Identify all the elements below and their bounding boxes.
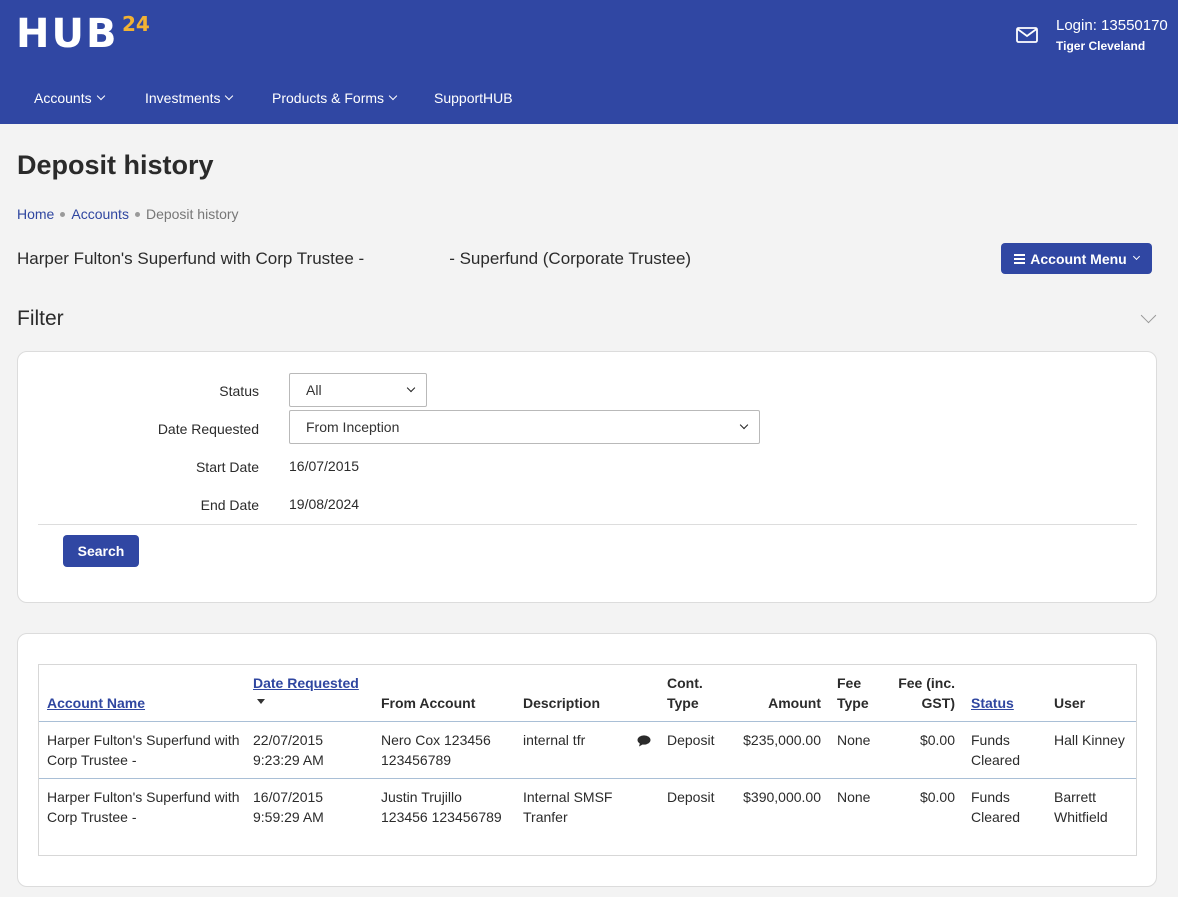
cell-status: Funds xyxy=(971,789,1010,805)
nav-item-products-forms[interactable]: Products & Forms xyxy=(272,90,398,106)
logo-text: HUB xyxy=(16,11,119,57)
column-header-cont-type: Type xyxy=(667,695,699,711)
chevron-down-icon xyxy=(1132,252,1140,261)
results-panel: Account Name Date Requested From Account… xyxy=(17,633,1157,887)
collapse-chevron-icon[interactable] xyxy=(1140,307,1157,324)
cell-account-name: Corp Trustee - xyxy=(47,809,137,825)
nav-label: Investments xyxy=(145,90,221,106)
chevron-down-icon xyxy=(406,383,416,393)
status-select[interactable]: All xyxy=(289,373,427,407)
mail-icon[interactable] xyxy=(1016,27,1038,43)
column-header-user: User xyxy=(1054,695,1086,711)
account-menu-label: Account Menu xyxy=(1030,250,1127,267)
cell-description: Internal SMSF xyxy=(523,789,613,805)
menu-icon xyxy=(1014,253,1026,264)
chevron-down-icon xyxy=(225,91,234,101)
status-select-value: All xyxy=(306,382,322,398)
column-header-fee-type: Type xyxy=(837,695,869,711)
start-date-label: Start Date xyxy=(195,459,259,475)
column-header-description: Description xyxy=(523,695,601,711)
nav-item-investments[interactable]: Investments xyxy=(145,90,234,106)
logo-superscript: 24 xyxy=(122,12,150,36)
date-requested-select[interactable]: From Inception xyxy=(289,410,760,444)
cell-amount: $390,000.00 xyxy=(743,789,821,805)
page-title: Deposit history xyxy=(17,150,214,180)
user-name[interactable]: Tiger Cleveland xyxy=(1056,39,1145,53)
cell-from-account: 123456 123456789 xyxy=(381,809,502,825)
cell-status: Cleared xyxy=(971,809,1021,825)
filter-heading: Filter xyxy=(17,307,64,330)
cell-from-account: 123456789 xyxy=(381,752,452,768)
cell-user: Whitfield xyxy=(1054,809,1108,825)
comment-icon[interactable] xyxy=(637,735,651,747)
column-header-cont-type: Cont. xyxy=(667,675,703,691)
cell-account-name: Corp Trustee - xyxy=(47,752,137,768)
cell-time: 9:23:29 AM xyxy=(253,752,324,768)
cell-account-name: Harper Fulton's Superfund with xyxy=(47,789,240,805)
cell-fee: $0.00 xyxy=(919,789,955,805)
breadcrumb-home[interactable]: Home xyxy=(17,206,54,222)
deposit-table: Account Name Date Requested From Account… xyxy=(38,664,1137,856)
account-title: Harper Fulton's Superfund with Corp Trus… xyxy=(17,249,692,268)
nav-label: SupportHUB xyxy=(434,90,513,106)
nav-label: Accounts xyxy=(34,90,92,106)
cell-user: Hall Kinney xyxy=(1054,732,1125,748)
cell-from-account: Justin Trujillo xyxy=(381,789,462,805)
nav-label: Products & Forms xyxy=(272,90,385,106)
cell-date: 16/07/2015 xyxy=(253,789,324,805)
cell-description: internal tfr xyxy=(523,732,586,748)
hub24-logo[interactable]: HUB 24 xyxy=(16,11,150,57)
row-divider xyxy=(39,778,1136,779)
cell-time: 9:59:29 AM xyxy=(253,809,324,825)
chevron-down-icon xyxy=(388,91,398,101)
cell-status: Cleared xyxy=(971,752,1021,768)
top-header: HUB 24 Login: 13550170 Tiger Cleveland A… xyxy=(0,0,1178,124)
cell-cont-type: Deposit xyxy=(667,732,715,748)
cell-fee-type: None xyxy=(837,789,871,805)
start-date-value: 16/07/2015 xyxy=(289,458,360,474)
date-requested-label: Date Requested xyxy=(157,421,259,437)
cell-amount: $235,000.00 xyxy=(743,732,821,748)
nav-item-supporthub[interactable]: SupportHUB xyxy=(434,90,513,106)
column-header-fee-gst: Fee (inc. xyxy=(898,675,955,691)
chevron-down-icon xyxy=(96,91,105,101)
column-header-from-account: From Account xyxy=(381,695,476,711)
login-id: Login: 13550170 xyxy=(1056,17,1168,34)
cell-account-name: Harper Fulton's Superfund with xyxy=(47,732,240,748)
nav-item-accounts[interactable]: Accounts xyxy=(34,90,105,106)
account-menu-button[interactable]: Account Menu xyxy=(1001,243,1152,274)
column-header-fee-type: Fee xyxy=(837,675,862,691)
breadcrumb: Home Accounts Deposit history xyxy=(17,206,239,222)
cell-user: Barrett xyxy=(1054,789,1097,805)
cell-fee: $0.00 xyxy=(919,732,955,748)
cell-cont-type: Deposit xyxy=(667,789,715,805)
breadcrumb-accounts[interactable]: Accounts xyxy=(71,206,129,222)
end-date-label: End Date xyxy=(200,497,259,513)
header-divider xyxy=(39,721,1136,722)
divider xyxy=(38,524,1137,525)
status-label: Status xyxy=(219,383,259,399)
cell-status: Funds xyxy=(971,732,1010,748)
date-requested-select-value: From Inception xyxy=(306,419,400,435)
sort-desc-icon[interactable] xyxy=(257,699,265,704)
column-header-date-requested[interactable]: Date Requested xyxy=(253,673,359,693)
breadcrumb-separator xyxy=(60,211,66,217)
filter-panel: Status All Date Requested From Inception… xyxy=(17,351,1157,603)
chevron-down-icon xyxy=(739,420,749,430)
column-header-account-name[interactable]: Account Name xyxy=(47,693,145,713)
breadcrumb-separator xyxy=(134,211,140,217)
column-header-amount: Amount xyxy=(768,695,821,711)
cell-fee-type: None xyxy=(837,732,871,748)
cell-date: 22/07/2015 xyxy=(253,732,324,748)
cell-description: Tranfer xyxy=(523,809,568,825)
cell-from-account: Nero Cox 123456 xyxy=(381,732,491,748)
column-header-status[interactable]: Status xyxy=(971,693,1014,713)
search-button[interactable]: Search xyxy=(63,535,139,567)
breadcrumb-current: Deposit history xyxy=(145,206,239,222)
end-date-value: 19/08/2024 xyxy=(289,496,360,512)
column-header-fee-gst: GST) xyxy=(921,695,955,711)
